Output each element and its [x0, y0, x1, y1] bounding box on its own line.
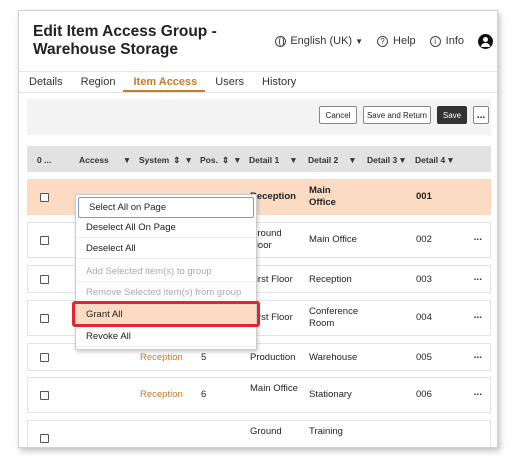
filter-icon: ▼ [289, 155, 298, 165]
cell-detail-2: Conference Room [309, 306, 359, 329]
globe-icon [275, 35, 287, 47]
tab-item-access[interactable]: Item Access [123, 72, 206, 92]
language-label: English (UK) [290, 35, 353, 47]
menu-item-deselect-all[interactable]: Deselect All [76, 238, 256, 259]
cancel-button[interactable]: Cancel [319, 106, 357, 124]
row-more-button[interactable]: ... [474, 232, 482, 243]
cell-detail-4: 003 [416, 274, 432, 285]
cell-detail-4: 005 [416, 352, 432, 363]
language-selector[interactable]: English (UK) ▼ [275, 35, 363, 47]
row-more-button[interactable]: ... [474, 387, 482, 398]
cell-pos: 5 [201, 352, 207, 363]
col-detail-2[interactable]: Detail 2 ▼ [308, 155, 357, 165]
tab-users[interactable]: Users [205, 72, 252, 92]
col-detail-1[interactable]: Detail 1 ▼ [249, 155, 298, 165]
row-checkbox[interactable] [40, 275, 49, 284]
sort-icon: ⇕ [173, 155, 181, 165]
row-checkbox[interactable] [40, 434, 49, 443]
cell-system[interactable]: Reception [140, 352, 183, 364]
cell-detail-1: Production [250, 352, 296, 363]
filter-icon: ▼ [446, 155, 455, 165]
action-toolbar: Cancel Save and Return Save ... [27, 99, 491, 135]
table-row[interactable]: Ground Training [27, 420, 491, 447]
filter-icon: ▼ [233, 155, 242, 165]
table-row[interactable]: Reception 6 Main Office Stationary 006 .… [27, 377, 491, 413]
save-and-return-button[interactable]: Save and Return [363, 106, 431, 124]
caret-down-icon: ▼ [355, 36, 364, 46]
app-window: Edit Item Access Group - Warehouse Stora… [18, 10, 498, 448]
cell-detail-2: Main Office [309, 185, 336, 208]
cell-detail-1: Ground Floor [250, 228, 282, 251]
cell-detail-4: 004 [416, 312, 432, 323]
help-link[interactable]: ? Help [377, 35, 416, 47]
cell-detail-4: 001 [416, 191, 432, 202]
row-checkbox[interactable] [40, 391, 49, 400]
row-more-button[interactable]: ... [474, 310, 482, 321]
cell-detail-4: 006 [416, 389, 432, 400]
cell-detail-2: Training [309, 426, 343, 437]
menu-item-select-all-on-page[interactable]: Select All on Page [78, 197, 254, 218]
filter-icon: ▼ [398, 155, 407, 165]
info-label: Info [445, 35, 464, 47]
tab-details[interactable]: Details [19, 72, 71, 92]
menu-item-deselect-all-on-page[interactable]: Deselect All On Page [76, 217, 256, 238]
menu-item-add-selected: Add Selected item(s) to group [76, 261, 256, 282]
row-checkbox[interactable] [40, 353, 49, 362]
filter-icon: ▼ [348, 155, 357, 165]
row-checkbox[interactable] [40, 314, 49, 323]
cell-detail-1: Ground [250, 426, 282, 437]
sort-icon: ⇕ [221, 155, 230, 165]
save-button[interactable]: Save [437, 106, 467, 124]
tab-bar: Details Region Item Access Users History [19, 71, 497, 93]
filter-icon: ▼ [184, 155, 193, 165]
page-title: Edit Item Access Group - Warehouse Stora… [33, 23, 217, 58]
row-more-button[interactable]: ... [474, 272, 482, 283]
cell-pos: 6 [201, 389, 207, 400]
col-detail-4[interactable]: Detail 4▼ [415, 155, 455, 165]
header-controls: English (UK) ▼ ? Help i Info [275, 31, 497, 51]
cell-detail-2: Reception [309, 274, 352, 285]
row-more-button[interactable]: ... [474, 350, 482, 361]
info-icon: i [429, 35, 441, 47]
help-icon: ? [377, 35, 389, 47]
menu-item-remove-selected: Remove Selected item(s) from group [76, 282, 256, 303]
cell-detail-4: 002 [416, 234, 432, 245]
tab-region[interactable]: Region [71, 72, 124, 92]
col-access[interactable]: Access ▼ [79, 155, 131, 165]
select-count[interactable]: 0 ... [37, 155, 51, 165]
help-label: Help [393, 35, 416, 47]
toolbar-more-button[interactable]: ... [473, 106, 489, 124]
tab-history[interactable]: History [252, 72, 304, 92]
table-header: 0 ... Access ▼ System ⇕ ▼ Pos. ⇕ ▼ Detail 1 ▼ … [27, 146, 491, 172]
menu-item-revoke-all[interactable]: Revoke All [76, 326, 256, 347]
cell-detail-1: Main Office [250, 383, 298, 394]
row-checkbox[interactable] [40, 193, 49, 202]
row-checkbox[interactable] [40, 236, 49, 245]
highlight-box [72, 301, 260, 327]
info-link[interactable]: i Info [429, 35, 464, 47]
cell-system[interactable]: Reception [140, 389, 183, 401]
filter-icon: ▼ [122, 155, 132, 165]
col-pos[interactable]: Pos. ⇕ ▼ [200, 155, 242, 166]
cell-detail-2: Stationary [309, 389, 352, 400]
cell-detail-2: Warehouse [309, 352, 358, 363]
col-system[interactable]: System ⇕ ▼ [139, 155, 193, 166]
cell-detail-2: Main Office [309, 234, 357, 245]
col-detail-3[interactable]: Detail 3▼ [367, 155, 407, 165]
user-avatar-icon[interactable] [478, 33, 493, 49]
